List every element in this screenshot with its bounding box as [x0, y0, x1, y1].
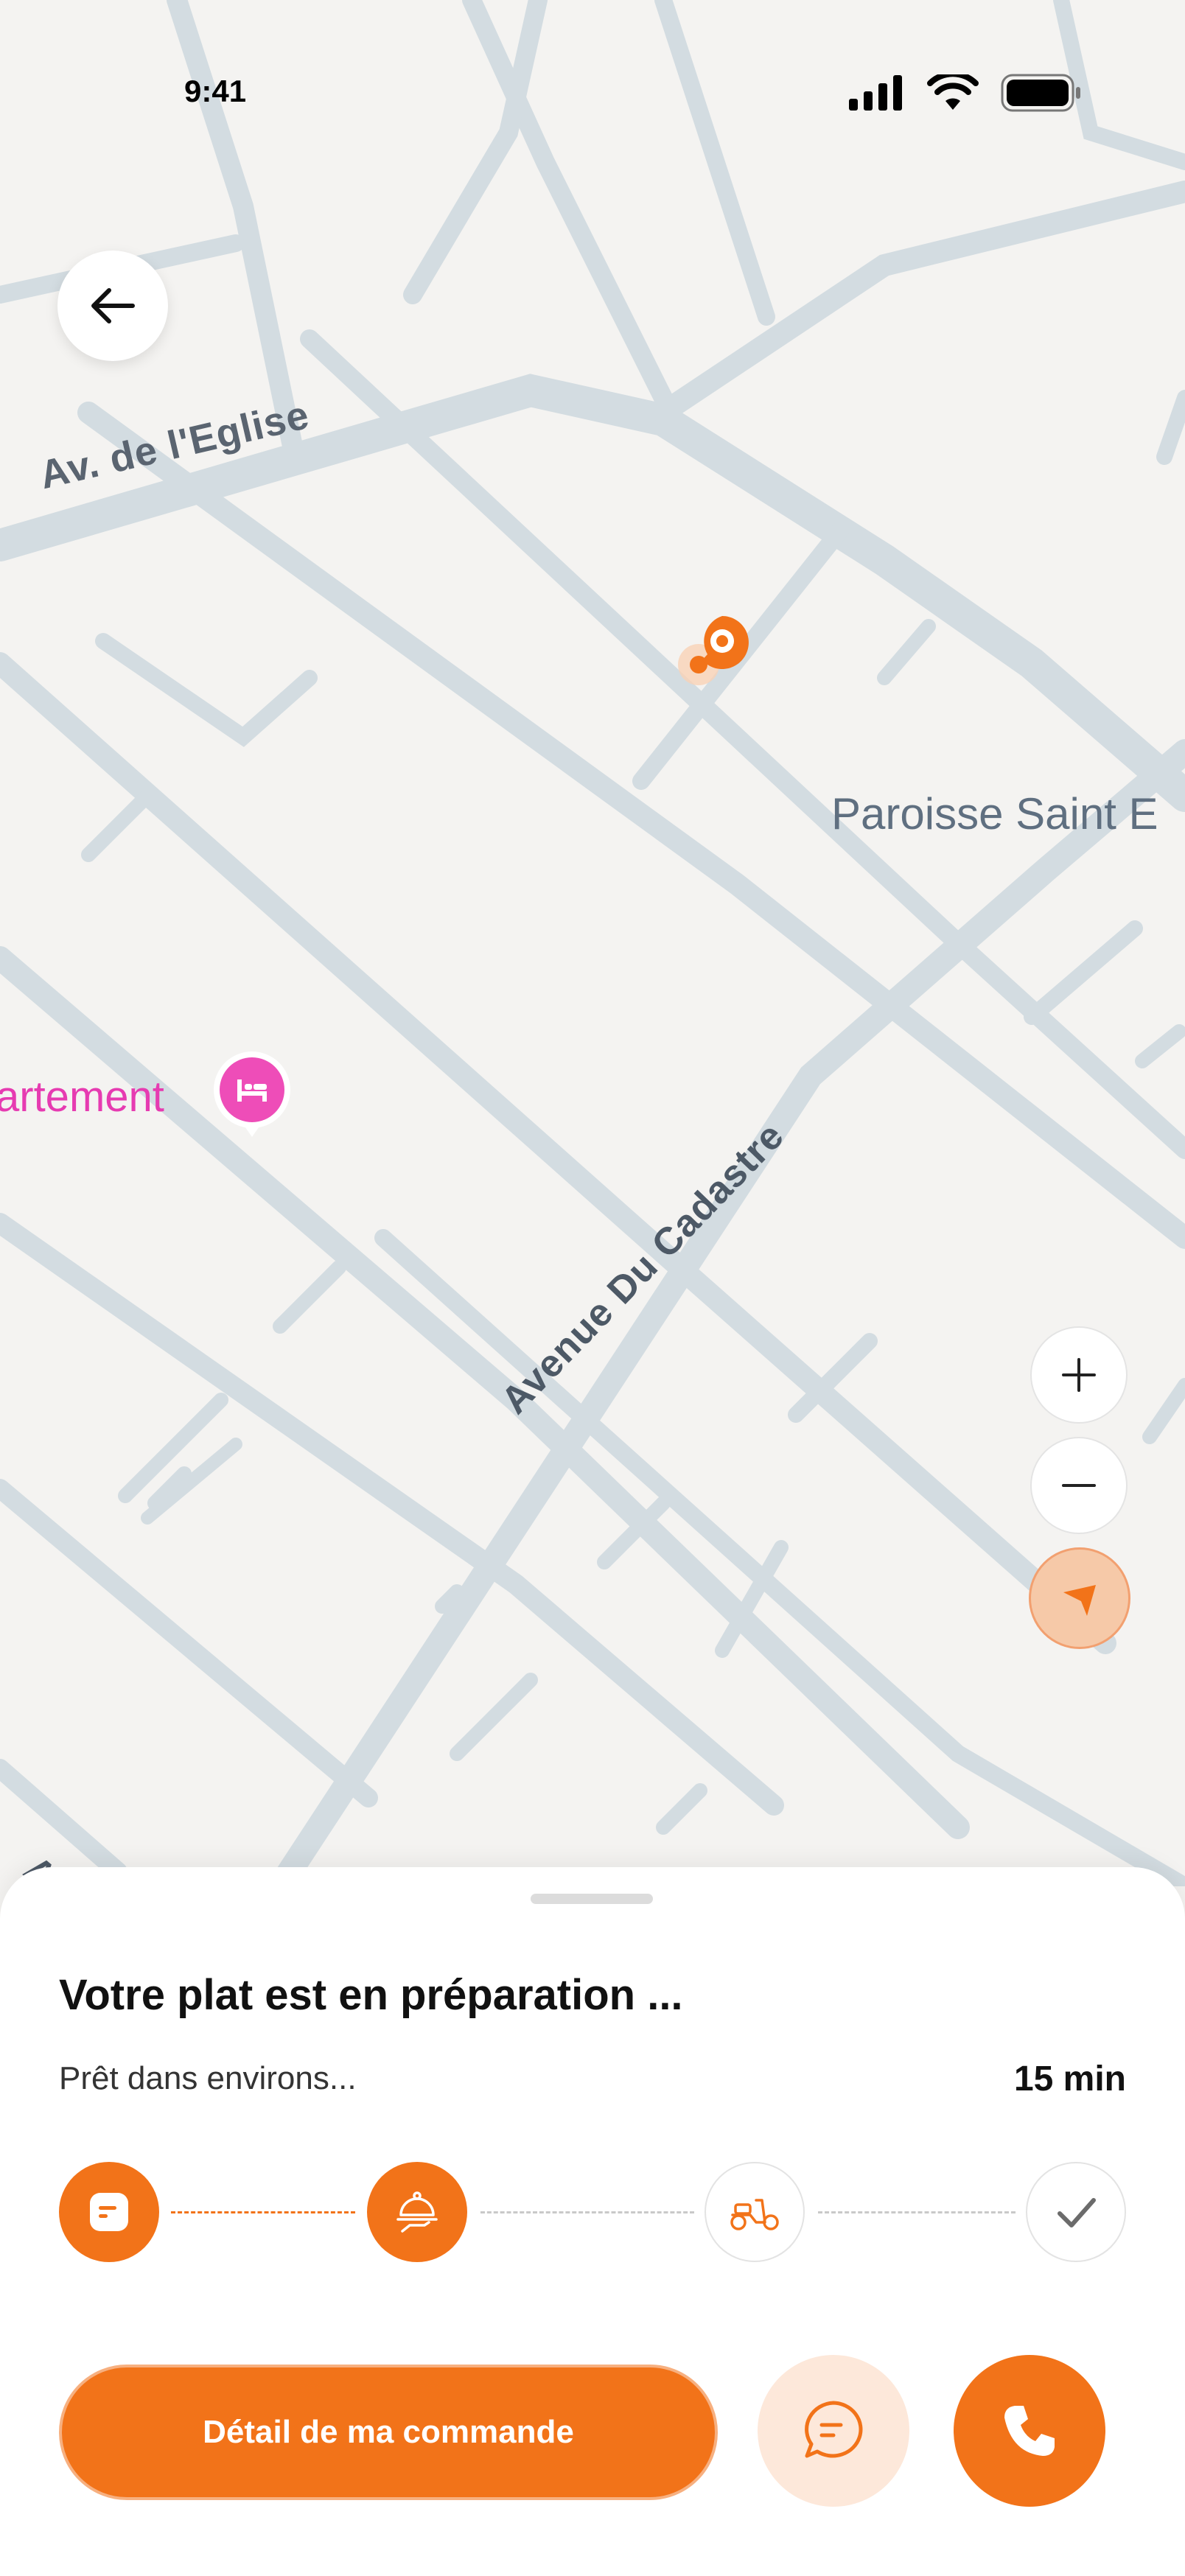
status-time: 9:41: [184, 74, 247, 108]
zoom-out-button[interactable]: [1030, 1437, 1128, 1534]
step-connector: [818, 2211, 1016, 2213]
sheet-drag-handle[interactable]: [531, 1894, 653, 1904]
step-preparing: [367, 2162, 467, 2262]
place-label-paroisse[interactable]: Paroisse Saint E: [831, 788, 1158, 839]
eta-label: Prêt dans environs...: [59, 2060, 357, 2096]
arrow-left-icon: [91, 288, 135, 323]
wifi-icon: [927, 74, 979, 110]
locate-me-button[interactable]: [1029, 1547, 1130, 1649]
step-connector: [480, 2211, 694, 2213]
hotel-marker[interactable]: [212, 1050, 292, 1138]
battery-icon: [1001, 74, 1080, 112]
step-order-received: [59, 2162, 159, 2262]
signal-icon: [849, 75, 902, 111]
status-icons: [849, 74, 1082, 112]
phone-icon: [1004, 2406, 1055, 2456]
call-button[interactable]: [954, 2355, 1105, 2507]
serving-dish-icon: [396, 2191, 438, 2233]
place-label-appartement[interactable]: artement: [0, 1072, 164, 1121]
order-tracking-screen: Av. de l'Eglise Paroisse Saint E artemen…: [0, 0, 1185, 2576]
bed-icon: [214, 1051, 290, 1137]
location-arrow-icon: [1063, 1585, 1096, 1616]
location-pin-icon: [678, 616, 749, 685]
status-bar: 9:41: [0, 0, 1185, 192]
map-roads: [0, 0, 1185, 1886]
eta-value: 15 min: [1013, 2059, 1126, 2099]
back-button[interactable]: [57, 251, 168, 361]
chat-button[interactable]: [758, 2355, 909, 2507]
plus-icon: [1062, 1358, 1096, 1392]
map-view[interactable]: Av. de l'Eglise Paroisse Saint E artemen…: [0, 0, 1185, 1911]
step-delivered: [1026, 2162, 1126, 2262]
scooter-icon: [730, 2199, 779, 2230]
order-status-sheet: Votre plat est en préparation ... Prêt d…: [0, 1867, 1185, 2576]
minus-icon: [1062, 1484, 1096, 1487]
receipt-icon: [90, 2193, 128, 2231]
step-connector: [171, 2211, 355, 2213]
zoom-in-button[interactable]: [1030, 1326, 1128, 1424]
destination-marker[interactable]: [671, 609, 759, 697]
order-progress-steps: [0, 2162, 1185, 2265]
order-detail-button[interactable]: Détail de ma commande: [59, 2365, 718, 2500]
check-icon: [1058, 2198, 1096, 2227]
chat-bubble-icon: [805, 2401, 863, 2458]
order-status-title: Votre plat est en préparation ...: [59, 1971, 683, 2019]
step-delivering: [705, 2162, 805, 2262]
